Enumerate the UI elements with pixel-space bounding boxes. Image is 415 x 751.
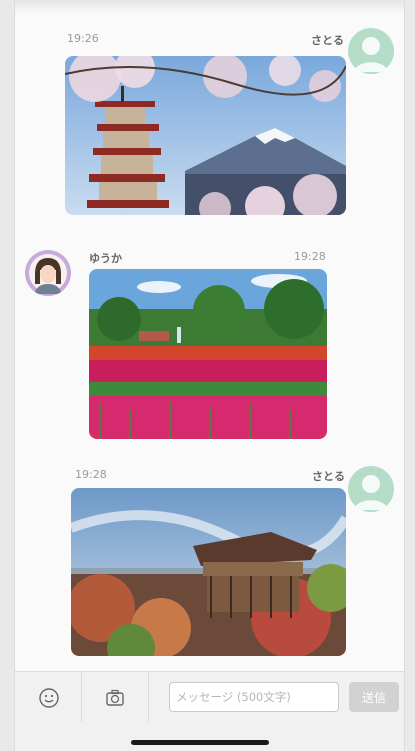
top-edge (15, 0, 404, 14)
camera-button[interactable] (101, 684, 129, 712)
home-indicator (131, 740, 269, 745)
photo-message[interactable] (89, 269, 327, 439)
message-composer: 送信 (15, 671, 404, 751)
fuji-pagoda-photo (65, 56, 346, 215)
chat-screen: 19:26 さとる ゆうか 19:28 19:28 さとる メッセージ (500… (14, 0, 405, 751)
user-avatar[interactable] (348, 466, 394, 512)
user-avatar[interactable] (348, 28, 394, 74)
woman-avatar-icon (29, 254, 67, 294)
photo-message[interactable] (71, 488, 346, 656)
kiyomizu-temple-photo (71, 488, 346, 656)
send-button[interactable]: 送信 (349, 682, 399, 712)
message-input[interactable] (169, 682, 339, 712)
sender-name: ゆうか (89, 252, 122, 265)
photo-message[interactable] (65, 56, 346, 215)
camera-icon (106, 689, 124, 706)
sender-name: さとる (311, 34, 344, 47)
tulip-field-photo (89, 269, 327, 439)
message-time: 19:26 (67, 32, 99, 45)
emoji-button[interactable] (35, 684, 63, 712)
divider (81, 672, 82, 722)
user-avatar[interactable] (25, 250, 71, 296)
divider (148, 672, 149, 722)
message-time: 19:28 (294, 250, 326, 263)
person-icon (354, 37, 388, 72)
message-time: 19:28 (75, 468, 107, 481)
sender-name: さとる (312, 470, 345, 483)
smiley-icon (39, 688, 59, 708)
person-icon (354, 475, 388, 510)
